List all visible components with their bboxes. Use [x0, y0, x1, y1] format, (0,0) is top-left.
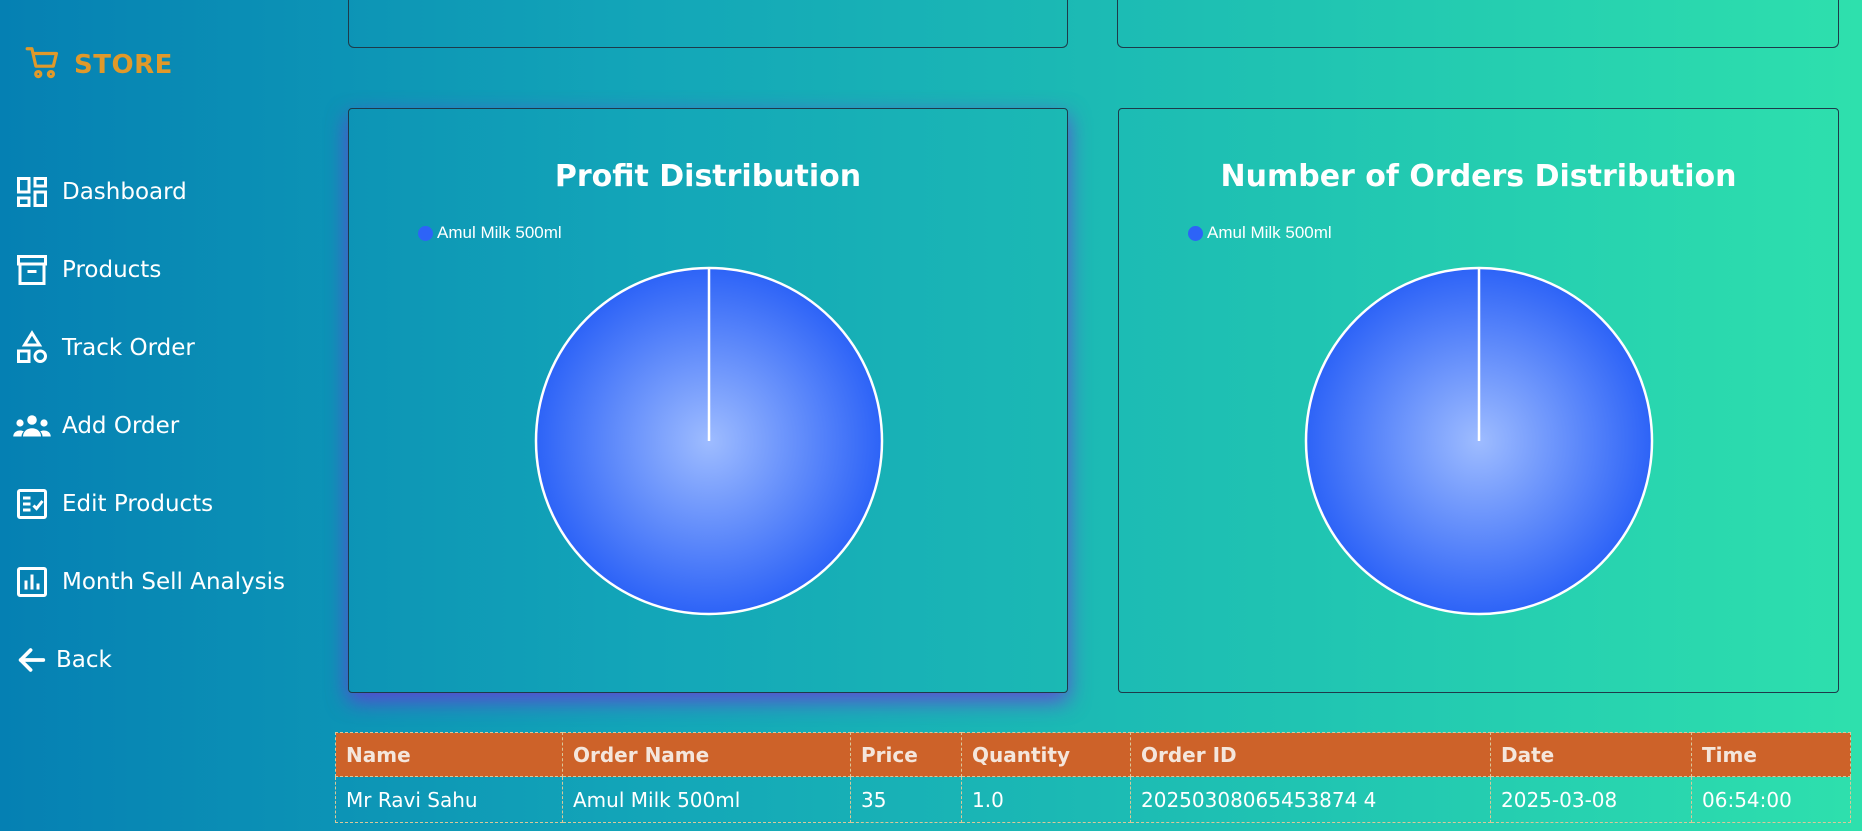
dashboard-icon [12, 172, 52, 212]
pie-chart [534, 266, 884, 616]
sidebar-item-label: Track Order [62, 335, 195, 361]
legend-label: Amul Milk 500ml [1207, 223, 1332, 242]
sidebar-item-edit-products[interactable]: Edit Products [12, 484, 213, 524]
column-header[interactable]: Date [1490, 732, 1692, 777]
chart-title: Profit Distribution [554, 159, 862, 194]
column-header[interactable]: Quantity [961, 732, 1131, 777]
orders-table: Name Order Name Price Quantity Order ID … [335, 732, 1851, 823]
pie-chart [1304, 266, 1654, 616]
top-card-right [1117, 0, 1839, 48]
brand-label: STORE [74, 50, 173, 80]
cart-icon [24, 44, 62, 86]
back-button[interactable]: Back [12, 640, 112, 680]
profit-chart-card: Profit Distribution Amul Milk 500ml [348, 108, 1068, 693]
chart-title: Number of Orders Distribution [1220, 159, 1737, 194]
table-row[interactable]: Mr Ravi Sahu Amul Milk 500ml 35 1.0 2025… [335, 776, 1851, 823]
table-cell: 06:54:00 [1691, 776, 1851, 823]
brand[interactable]: STORE [24, 44, 173, 86]
column-header[interactable]: Name [335, 732, 563, 777]
sidebar-item-add-order[interactable]: Add Order [12, 406, 179, 446]
column-header[interactable]: Time [1691, 732, 1851, 777]
legend-swatch [1188, 225, 1203, 241]
sidebar-item-label: Dashboard [62, 179, 187, 205]
legend-label: Amul Milk 500ml [437, 223, 562, 242]
table-cell: Amul Milk 500ml [562, 776, 851, 823]
sidebar-item-dashboard[interactable]: Dashboard [12, 172, 187, 212]
sidebar: STORE Dashboard Products Track Order Add… [0, 0, 330, 831]
orders-chart-card: Number of Orders Distribution Amul Milk … [1118, 108, 1839, 693]
table-header-row: Name Order Name Price Quantity Order ID … [335, 732, 1851, 777]
bar-chart-icon [12, 562, 52, 602]
sidebar-item-label: Add Order [62, 413, 180, 439]
column-header[interactable]: Order ID [1130, 732, 1491, 777]
table-cell: Mr Ravi Sahu [335, 776, 563, 823]
table-cell: 35 [850, 776, 962, 823]
arrow-left-icon [12, 640, 52, 680]
archive-icon [12, 250, 52, 290]
column-header[interactable]: Price [850, 732, 962, 777]
column-header[interactable]: Order Name [562, 732, 851, 777]
group-icon [12, 406, 52, 446]
sidebar-item-label: Month Sell Analysis [62, 569, 286, 595]
sidebar-item-track-order[interactable]: Track Order [12, 328, 195, 368]
sidebar-item-products[interactable]: Products [12, 250, 161, 290]
sidebar-item-label: Edit Products [62, 491, 214, 517]
legend-swatch [418, 225, 433, 241]
chart-legend[interactable]: Amul Milk 500ml [418, 223, 562, 243]
chart-legend[interactable]: Amul Milk 500ml [1188, 223, 1332, 243]
table-cell: 2025-03-08 [1490, 776, 1692, 823]
top-card-left [348, 0, 1068, 48]
shapes-icon [12, 328, 52, 368]
sidebar-item-label: Back [56, 647, 112, 673]
table-cell: 1.0 [961, 776, 1131, 823]
sidebar-item-month-sell-analysis[interactable]: Month Sell Analysis [12, 562, 285, 602]
checklist-icon [12, 484, 52, 524]
sidebar-item-label: Products [62, 257, 162, 283]
table-cell: 20250308065453874 4 [1130, 776, 1491, 823]
